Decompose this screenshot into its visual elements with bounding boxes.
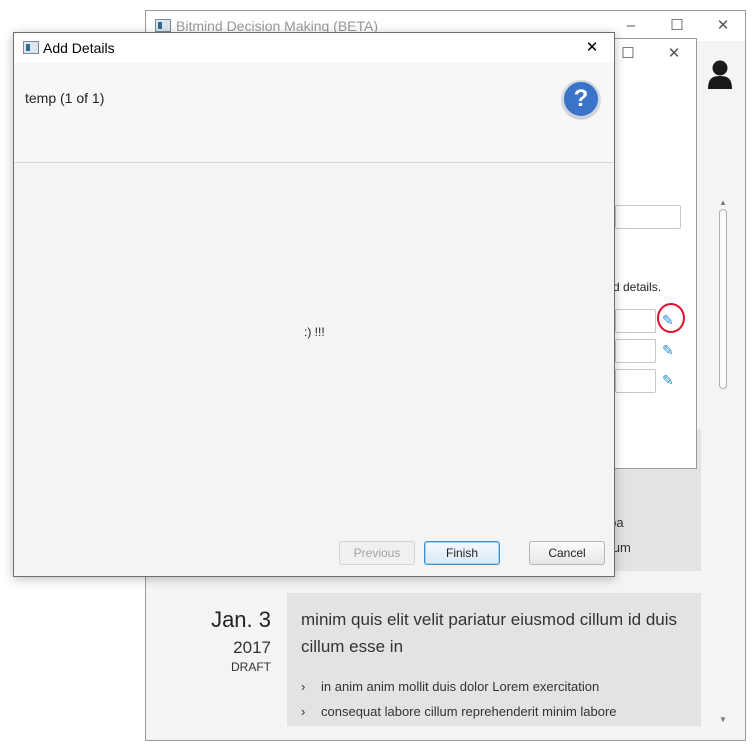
entry-status: DRAFT [231,660,271,674]
detail-field-3[interactable] [615,369,656,393]
annotation-circle [657,303,685,333]
entry-card[interactable]: minim quis elit velit pariatur eiusmod c… [287,593,701,726]
scroll-up-arrow[interactable]: ▲ [718,199,728,207]
previous-button[interactable]: Previous [339,541,415,565]
add-details-dialog: Add Details ✕ temp (1 of 1) ? :) !!! Pre… [13,32,615,577]
entry-heading: minim quis elit velit pariatur eiusmod c… [301,610,678,656]
entry-year: 2017 [233,638,271,657]
edit-pencil-icon-3[interactable]: ✎ [662,372,674,389]
maximize-button[interactable]: ☐ [654,11,700,41]
entry-bullet-1: in anim anim mollit duis dolor Lorem exe… [321,679,600,694]
app-icon [155,19,171,32]
dialog-titlebar: Add Details ✕ [14,33,614,63]
entry-bullet-2: consequat labore cillum reprehenderit mi… [321,704,617,719]
dialog-app-icon [23,41,39,54]
entry-date: Jan. 3 [211,607,271,632]
dialog-close-button[interactable]: ✕ [569,33,615,63]
name-field[interactable] [615,205,681,229]
detail-field-1[interactable] [615,309,656,333]
dialog-header: temp (1 of 1) ? [14,63,614,163]
cancel-button[interactable]: Cancel [529,541,605,565]
details-hint: d details. [613,280,662,294]
close-button[interactable]: ✕ [700,11,746,41]
content-text: :) !!! [304,325,325,339]
scrollbar-track[interactable]: ▲ ▼ [718,199,728,726]
dialog-title: Add Details [43,40,115,56]
scroll-down-arrow[interactable]: ▼ [718,716,728,724]
step-label: temp (1 of 1) [25,90,105,106]
middle-close-button[interactable]: ✕ [651,39,697,69]
bullet-chevron-2: › [301,704,306,719]
dialog-content: :) !!! Previous Finish Cancel [14,163,614,576]
detail-field-2[interactable] [615,339,656,363]
scrollbar-thumb[interactable] [719,209,727,389]
bullet-chevron-1: › [301,679,306,694]
help-icon[interactable]: ? [562,80,600,118]
user-icon[interactable] [707,59,733,89]
edit-pencil-icon-2[interactable]: ✎ [662,342,674,359]
finish-button[interactable]: Finish [424,541,500,565]
